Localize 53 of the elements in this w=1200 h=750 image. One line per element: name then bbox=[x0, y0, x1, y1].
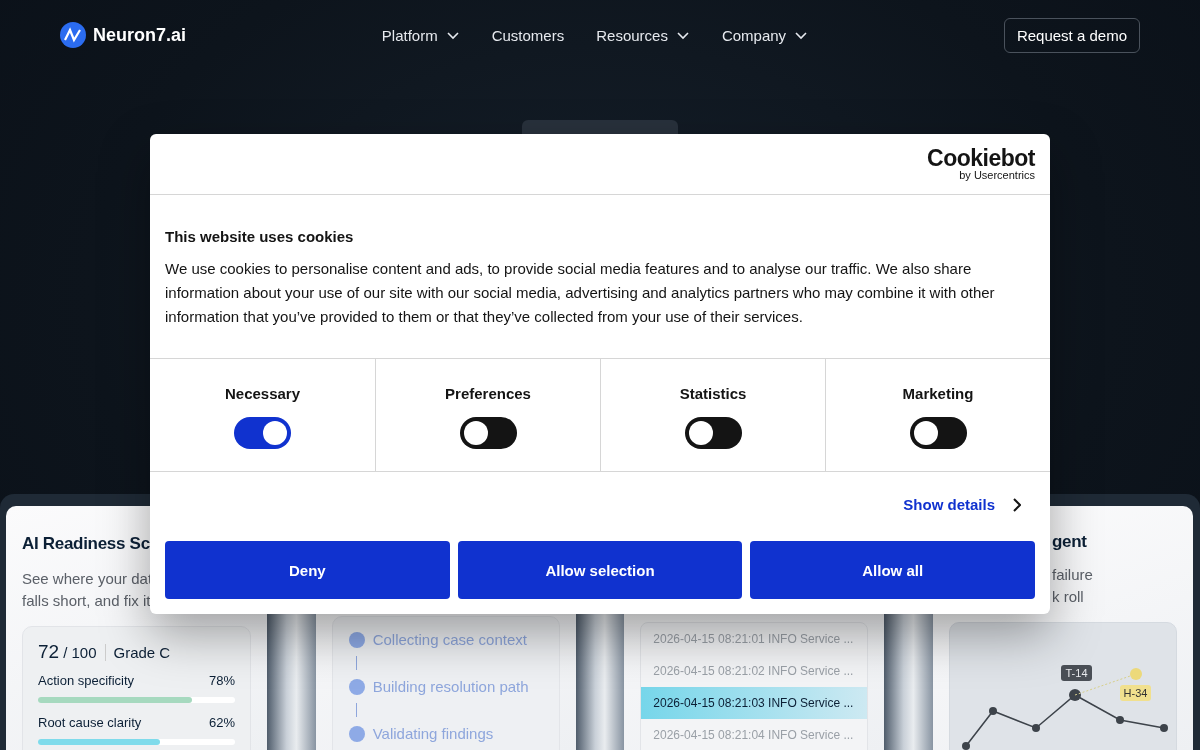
chart-point bbox=[989, 707, 997, 715]
toggle-switch[interactable] bbox=[684, 417, 742, 449]
logo-text[interactable]: Neuron7.ai bbox=[93, 24, 187, 46]
category-label: Statistics bbox=[679, 385, 747, 402]
chart-point bbox=[1116, 716, 1124, 724]
chart-point bbox=[962, 742, 970, 750]
chart-point bbox=[1069, 689, 1081, 701]
toggle-switch[interactable] bbox=[459, 417, 517, 449]
chart-tag: T-14 bbox=[1061, 665, 1092, 681]
score-max: / 100 bbox=[63, 644, 97, 661]
metric-value: 78% bbox=[208, 673, 235, 688]
category-label: Marketing bbox=[902, 385, 974, 402]
nav-link[interactable]: Resources bbox=[596, 26, 690, 44]
log-row[interactable]: 2026-04-15 08:21:03 INFO Service ... bbox=[641, 687, 868, 719]
card-description: falls short, and fix it bbox=[22, 591, 152, 611]
logo-icon bbox=[60, 22, 86, 48]
metric-label: Root cause clarity bbox=[38, 715, 142, 730]
step-dot-icon bbox=[348, 631, 365, 648]
step-label: Collecting case context bbox=[372, 631, 527, 648]
connector-line bbox=[356, 703, 358, 717]
grade-label: Grade C bbox=[104, 644, 171, 661]
nav-link[interactable]: Platform bbox=[381, 26, 460, 44]
cookiebot-logo: Cookiebot by Usercentrics bbox=[927, 147, 1035, 181]
consent-button[interactable]: Allow all bbox=[750, 541, 1035, 599]
step-label: Validating findings bbox=[372, 725, 494, 742]
request-demo-button[interactable]: Request a demo bbox=[1003, 17, 1140, 53]
category-label: Necessary bbox=[224, 385, 301, 402]
score-value: 72 bbox=[38, 641, 60, 663]
card-description: k roll bbox=[1052, 587, 1085, 607]
card-description: failure bbox=[1052, 565, 1094, 585]
chevron-right-icon bbox=[1013, 497, 1021, 512]
card-title: AI Readiness Sc bbox=[22, 534, 151, 554]
nav-link[interactable]: Company bbox=[721, 26, 809, 44]
consent-button[interactable]: Allow selection bbox=[457, 541, 743, 599]
consent-button[interactable]: Deny bbox=[165, 541, 450, 599]
chart-tag: H-34 bbox=[1120, 685, 1151, 701]
dialog-title: This website uses cookies bbox=[165, 228, 355, 245]
toggle-switch[interactable] bbox=[234, 417, 291, 449]
metric-value: 62% bbox=[208, 715, 235, 730]
chart-point bbox=[1130, 668, 1142, 680]
connector-line bbox=[356, 656, 358, 670]
step-dot-icon bbox=[348, 678, 365, 695]
nav-link[interactable]: Customers bbox=[491, 26, 565, 44]
chart-point bbox=[1032, 724, 1040, 732]
toggle-switch[interactable] bbox=[909, 417, 967, 449]
chart-point bbox=[1160, 724, 1168, 732]
step-label: Building resolution path bbox=[372, 678, 529, 695]
show-details-link[interactable]: Show details bbox=[903, 496, 1021, 513]
card-title: gent bbox=[1052, 532, 1088, 552]
category-label: Preferences bbox=[445, 385, 531, 402]
step-dot-icon bbox=[348, 725, 365, 742]
metric-label: Action specificity bbox=[38, 673, 135, 688]
dialog-text: We use cookies to personalise content and ads, to provide social media features and to analyse our traffic. We also share information about your use of our site with our social media, advertising and analytics partners who may combine it with other information that you’ve provided to them or that they’ve collected from your use of their services. bbox=[165, 259, 996, 327]
